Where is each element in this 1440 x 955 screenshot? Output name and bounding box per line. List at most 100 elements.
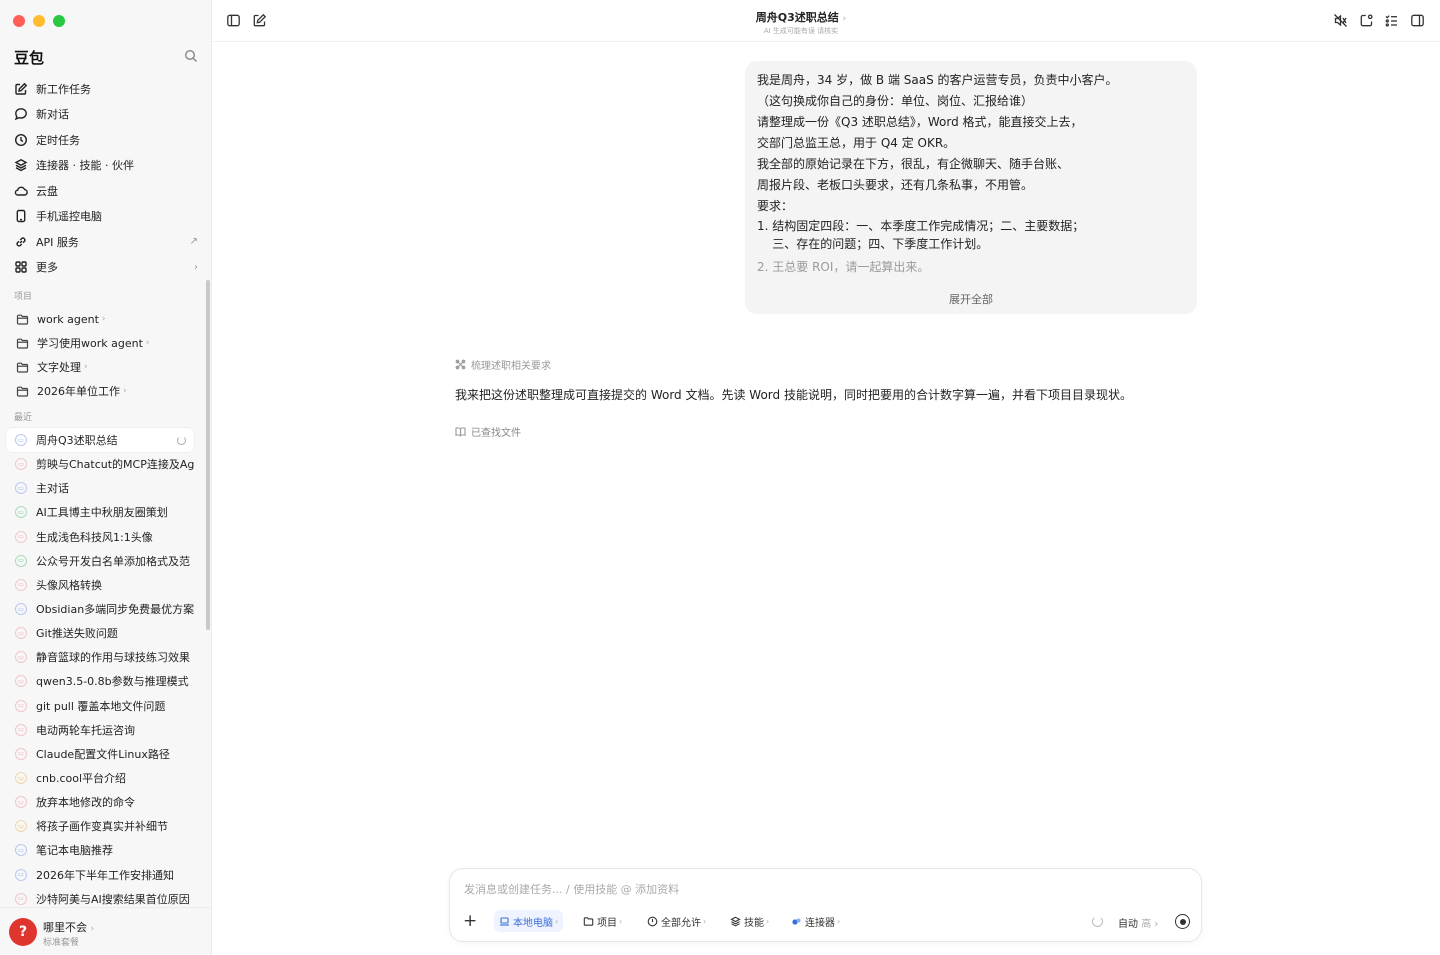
sidebar-item-label: 新工作任务 <box>36 82 91 96</box>
share-icon[interactable] <box>1359 13 1374 28</box>
list-item-label: 静音篮球的作用与球技练习效果 <box>36 651 190 665</box>
chevron-right-icon: › <box>766 916 770 926</box>
list-item[interactable]: ▭ 电动两轮车托运咨询 <box>6 718 194 742</box>
chevron-right-icon: › <box>842 14 847 24</box>
ai-disclaimer: AI 生成可能有误 请核实 <box>763 27 839 35</box>
skills-chip[interactable]: 技能 › <box>725 910 774 932</box>
loading-spinner-icon <box>1092 916 1103 927</box>
close-window-button[interactable] <box>13 15 25 27</box>
list-item[interactable]: ▭ 静音篮球的作用与球技练习效果 <box>6 645 194 669</box>
stop-icon <box>1179 918 1186 925</box>
add-icon[interactable]: + <box>463 913 477 930</box>
list-item[interactable]: ▭ 头像风格转换 <box>6 573 194 597</box>
list-item[interactable]: ▭ 主对话 <box>6 476 194 500</box>
list-item[interactable]: ▭ 公众号开发白名单添加格式及范 <box>6 549 194 573</box>
message-line: 交部门总监王总，用于 Q4 定 OKR。 <box>757 136 956 150</box>
sidebar-scrollbar[interactable] <box>206 280 210 630</box>
list-item-label: 沙特阿美与AI搜索结果首位原因 <box>36 892 190 906</box>
list-item[interactable]: ▭ Claude配置文件Linux路径 <box>6 742 194 766</box>
list-item[interactable]: ▭ 剪映与Chatcut的MCP连接及Ag <box>6 452 194 476</box>
list-item[interactable]: ▭ git pull 覆盖本地文件问题 <box>6 694 194 718</box>
project-item[interactable]: work agent › <box>6 307 206 331</box>
chevron-right-icon: › <box>145 338 150 348</box>
chevron-right-icon: › <box>837 916 841 926</box>
project-item[interactable]: 2026年单位工作 › <box>6 379 206 403</box>
conversation-title-text: 周舟Q3述职总结 <box>755 11 839 24</box>
list-item[interactable]: ▭ 周舟Q3述职总结 <box>6 428 194 453</box>
list-item[interactable]: ▭ cnb.cool平台介绍 <box>6 766 194 790</box>
chevron-right-icon: › <box>194 261 198 273</box>
project-chip[interactable]: 项目 › <box>578 910 627 932</box>
list-item-label: Git推送失败问题 <box>36 627 118 641</box>
chat-bubble-icon: ▭ <box>15 530 27 543</box>
toggle-panel-icon[interactable] <box>1410 13 1425 28</box>
folder-icon <box>16 313 29 326</box>
list-item[interactable]: ▭ 放弃本地修改的命令 <box>6 790 194 814</box>
message-input[interactable]: 发消息或创建任务... / 使用技能 @ 添加资料 <box>464 881 679 897</box>
found-files-label: 已查找文件 <box>471 428 521 439</box>
top-bar: 周舟Q3述职总结 › AI 生成可能有误 请核实 <box>212 0 1440 42</box>
projects-list: work agent › 学习使用work agent › 文字处理 › 2026年单… <box>6 307 206 403</box>
connectors-chip[interactable]: 连接器 › <box>786 910 845 932</box>
connector-icon <box>791 916 802 927</box>
message-line: 要求： <box>757 199 794 213</box>
phone-icon <box>14 209 28 223</box>
local-computer-chip[interactable]: 本地电脑 › <box>494 910 564 932</box>
found-files-step[interactable]: 已查找文件 <box>455 424 521 439</box>
tools-icon <box>455 359 466 370</box>
list-item[interactable]: ▭ Obsidian多端同步免费最优方案 <box>6 597 194 621</box>
list-item[interactable]: ▭ AI工具博主中秋朋友圈策划 <box>6 500 194 524</box>
message-line: 我全部的原始记录在下方，很乱，有企微聊天、随手台账、 <box>757 157 1070 171</box>
user-plan: 标准套餐 <box>43 938 80 948</box>
minimize-window-button[interactable] <box>33 15 45 27</box>
list-item[interactable]: ▭ 2026年下半年工作安排通知 <box>6 863 194 887</box>
sidebar-item-scheduled[interactable]: 定时任务 <box>6 127 206 153</box>
thinking-step[interactable]: 梳理述职相关要求 <box>455 357 551 372</box>
window-controls <box>13 15 65 27</box>
app-title: 豆包 <box>14 49 45 67</box>
list-item[interactable]: ▭ 笔记本电脑推荐 <box>6 838 194 862</box>
project-item[interactable]: 文字处理 › <box>6 355 206 379</box>
projects-section-label: 项目 <box>14 292 33 302</box>
list-item-label: Claude配置文件Linux路径 <box>36 747 170 761</box>
sidebar: 豆包 新工作任务 新对话 定时任务 连接器 · 技能 · 伙伴 云盘 手机遥控电… <box>0 0 212 955</box>
sidebar-item-more[interactable]: 更多 › <box>6 255 206 281</box>
chevron-right-icon: › <box>84 362 88 372</box>
list-item-label: 公众号开发白名单添加格式及范 <box>36 554 190 568</box>
sidebar-item-api[interactable]: API 服务 ↗ <box>6 229 206 255</box>
list-item-label: Obsidian多端同步免费最优方案 <box>36 603 194 617</box>
list-item[interactable]: ▭ 将孩子画作变真实并补细节 <box>6 814 194 838</box>
layers-icon <box>14 158 28 172</box>
stop-generation-button[interactable] <box>1175 914 1190 929</box>
sidebar-item-phone-remote[interactable]: 手机遥控电脑 <box>6 204 206 230</box>
project-item[interactable]: 学习使用work agent › <box>6 331 206 355</box>
sidebar-item-new-chat[interactable]: 新对话 <box>6 102 206 128</box>
message-line: 周报片段、老板口头要求，还有几条私事，不用管。 <box>757 178 1034 192</box>
sidebar-item-label: 手机遥控电脑 <box>36 210 102 224</box>
sidebar-item-new-task[interactable]: 新工作任务 <box>6 76 206 102</box>
expand-all-button[interactable]: 展开全部 <box>745 291 1197 307</box>
search-icon[interactable] <box>184 49 198 63</box>
chat-bubble-icon: ▭ <box>15 723 27 736</box>
chip-label: 全部允许 <box>661 917 701 929</box>
folder-icon <box>583 916 594 927</box>
user-profile[interactable]: ? 哪里不会 › 标准套餐 <box>0 907 211 955</box>
list-item[interactable]: ▭ Git推送失败问题 <box>6 621 194 645</box>
list-item[interactable]: ▭ qwen3.5-0.8b参数与推理模式 <box>6 669 194 693</box>
mode-selector[interactable]: 自动 高 › <box>1118 915 1158 930</box>
permission-chip[interactable]: 全部允许 › <box>642 910 711 932</box>
sidebar-item-cloud[interactable]: 云盘 <box>6 178 206 204</box>
loading-spinner-icon <box>177 435 186 445</box>
clock-icon <box>14 133 28 147</box>
list-item-label: 主对话 <box>36 482 69 496</box>
edit-icon <box>14 82 28 96</box>
conversation-title[interactable]: 周舟Q3述职总结 › <box>212 9 1390 25</box>
folder-icon <box>16 337 29 350</box>
task-list-icon[interactable] <box>1384 13 1399 28</box>
mute-icon[interactable] <box>1333 13 1348 28</box>
maximize-window-button[interactable] <box>53 15 65 27</box>
user-message-bubble: 我是周舟，34 岁，做 B 端 SaaS 的客户运营专员，负责中小客户。 （这句… <box>745 61 1197 314</box>
list-item[interactable]: ▭ 生成浅色科技风1:1头像 <box>6 525 194 549</box>
list-item-label: 笔记本电脑推荐 <box>36 844 113 858</box>
sidebar-item-connectors[interactable]: 连接器 · 技能 · 伙伴 <box>6 153 206 179</box>
